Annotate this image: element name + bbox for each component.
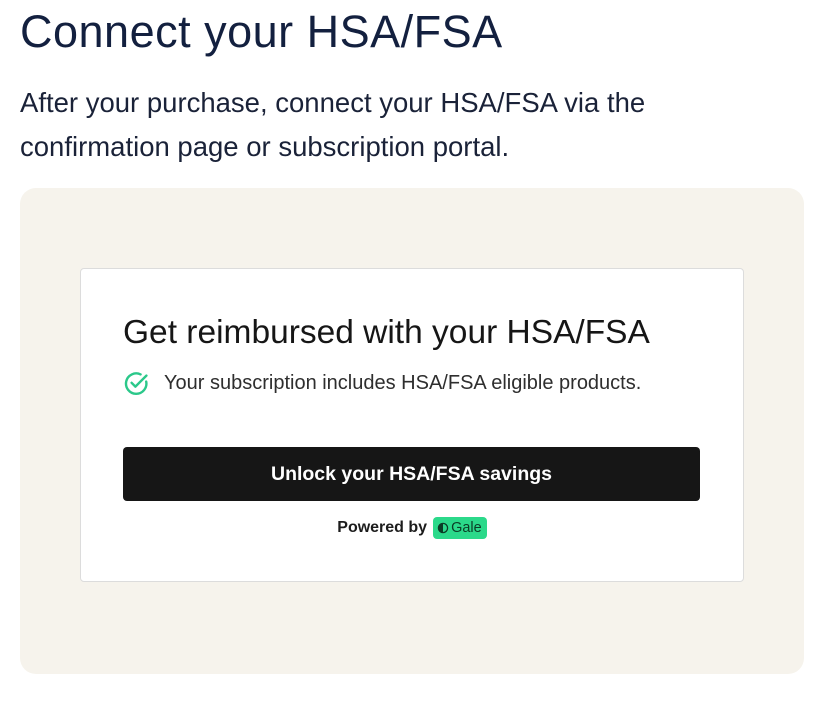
eligibility-text: Your subscription includes HSA/FSA eligi… bbox=[164, 371, 642, 394]
unlock-savings-button[interactable]: Unlock your HSA/FSA savings bbox=[123, 447, 700, 501]
gale-logo-icon bbox=[437, 522, 449, 534]
powered-by-label: Powered by bbox=[337, 519, 428, 536]
hsa-fsa-illustration-panel: Get reimbursed with your HSA/FSA Your su… bbox=[20, 188, 804, 674]
gale-badge[interactable]: Gale bbox=[433, 517, 487, 539]
check-circle-icon bbox=[123, 370, 150, 397]
page-intro: After your purchase, connect your HSA/FS… bbox=[20, 87, 646, 162]
card-title: Get reimbursed with your HSA/FSA bbox=[123, 314, 650, 351]
powered-by: Powered by Gale bbox=[81, 517, 743, 539]
page-title: Connect your HSA/FSA bbox=[20, 6, 503, 57]
gale-brand-name: Gale bbox=[451, 520, 482, 536]
reimbursement-card: Get reimbursed with your HSA/FSA Your su… bbox=[80, 268, 744, 582]
eligibility-note: Your subscription includes HSA/FSA eligi… bbox=[123, 369, 641, 397]
